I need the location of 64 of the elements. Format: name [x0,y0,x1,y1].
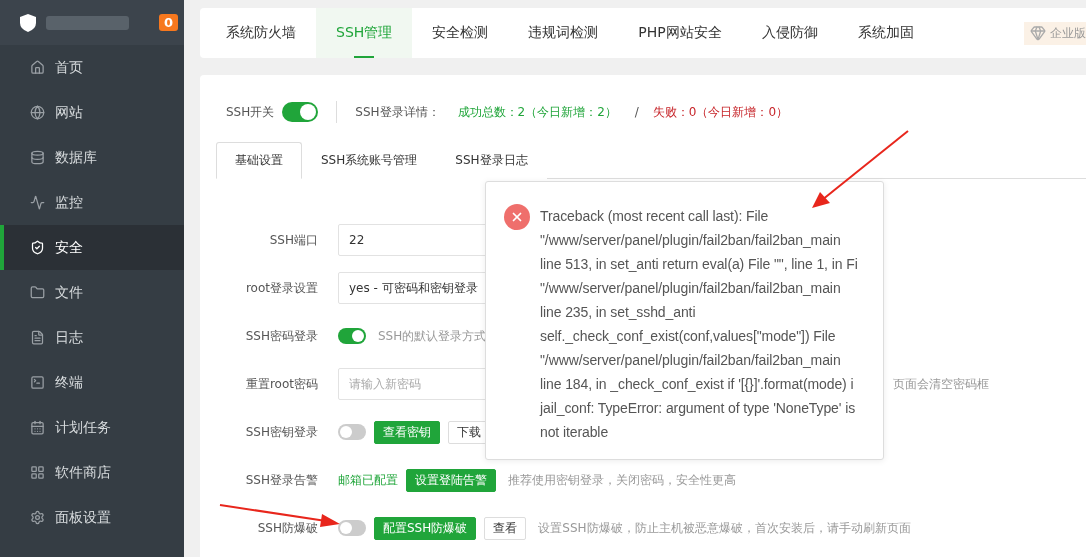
tab[interactable]: PHP网站安全 [618,8,742,58]
separator-slash: / [634,105,639,119]
error-text: not iterable [540,423,610,442]
hint-text: 页面会清空密码框 [893,375,989,393]
sidebar-item[interactable]: 首页 [0,45,184,90]
field-label: SSH防爆破 [256,519,318,537]
tab[interactable]: 违规词检测 [508,8,619,58]
error-text: "/www/server/panel/plugin/fail2ban/fail2ban_main [540,351,842,370]
field-label: SSH端口 [268,231,318,249]
hint-text: 设置SSH防爆破，防止主机被恶意爆破，首次安装后，请手动刷新页面 [538,519,911,537]
error-icon [504,204,530,230]
field-label: SSH密钥登录 [244,423,318,441]
tab[interactable]: 安全检测 [412,8,509,58]
error-text: jail_conf: TypeError: argument of type 'NoneType' is [540,399,857,418]
sidebar-item[interactable]: 监控 [0,180,184,225]
field-label: 重置root密码 [244,375,318,393]
sidebar-item[interactable]: 网站 [0,90,184,135]
tab[interactable]: 入侵防御 [741,8,838,58]
calendar-icon [30,420,45,435]
tab[interactable]: 系统防火墙 [206,8,316,58]
terminal-icon [30,375,45,390]
globe-icon [30,105,45,120]
sidebar-item[interactable]: 文件 [0,270,184,315]
error-text: line 235, in set_sshd_anti [540,303,697,322]
toggle-switch[interactable] [338,520,366,536]
grid-icon [30,465,45,480]
status-text: 邮箱已配置 [338,471,398,489]
diamond-icon [1030,25,1046,41]
tab[interactable]: 系统加固 [837,8,934,58]
error-text: "/www/server/panel/plugin/fail2ban/fail2ban_main [540,279,842,298]
error-text: "/www/server/panel/plugin/fail2ban/fail2ban_main [540,231,842,250]
pulse-icon [30,195,45,210]
error-text: line 184, in _check_conf_exist if '[{}]'.format(mode) i [540,375,855,394]
sub-tab[interactable]: 基础设置 [216,142,302,179]
hint-text: SSH的默认登录方式 [378,327,487,345]
shield-icon [30,240,45,255]
action-button[interactable]: 查看 [484,516,527,540]
sidebar-item[interactable]: 安全 [0,225,184,270]
sidebar-item[interactable]: 计划任务 [0,405,184,450]
hint-text: 推荐使用密钥登录，关闭密码，安全性更高 [508,471,736,489]
error-text: line 513, in set_anti return eval(a) File "", line 1, in Fi [540,255,858,274]
settings-icon [30,510,45,525]
sidebar-item[interactable]: 日志 [0,315,184,360]
logo-icon [18,12,38,33]
success-count: 成功总数：2（今日新增：2） [457,103,617,121]
document-icon [30,330,45,345]
field-label: SSH密码登录 [244,327,318,345]
field-label: SSH登录告警 [244,471,318,489]
toggle-switch[interactable] [338,424,366,440]
database-icon [30,150,45,165]
home-icon [30,60,45,75]
sidebar-item[interactable]: 数据库 [0,135,184,180]
toggle-switch[interactable] [282,102,319,122]
sidebar-item[interactable]: 软件商店 [0,450,184,495]
login-details-label: SSH登录详情： [355,103,440,121]
ssh-switch-label: SSH开关 [226,103,275,121]
folder-icon [30,285,45,300]
toggle-switch[interactable] [338,328,366,344]
sidebar-item[interactable]: 面板设置 [0,495,184,540]
failure-count: 失败：0（今日新增：0） [652,103,789,121]
field-label: root登录设置 [244,279,318,297]
error-text: self._check_conf_exist(conf,values["mode"]) File [540,327,837,346]
error-text: Traceback (most recent call last): File [540,207,770,226]
sidebar-item[interactable]: 终端 [0,360,184,405]
